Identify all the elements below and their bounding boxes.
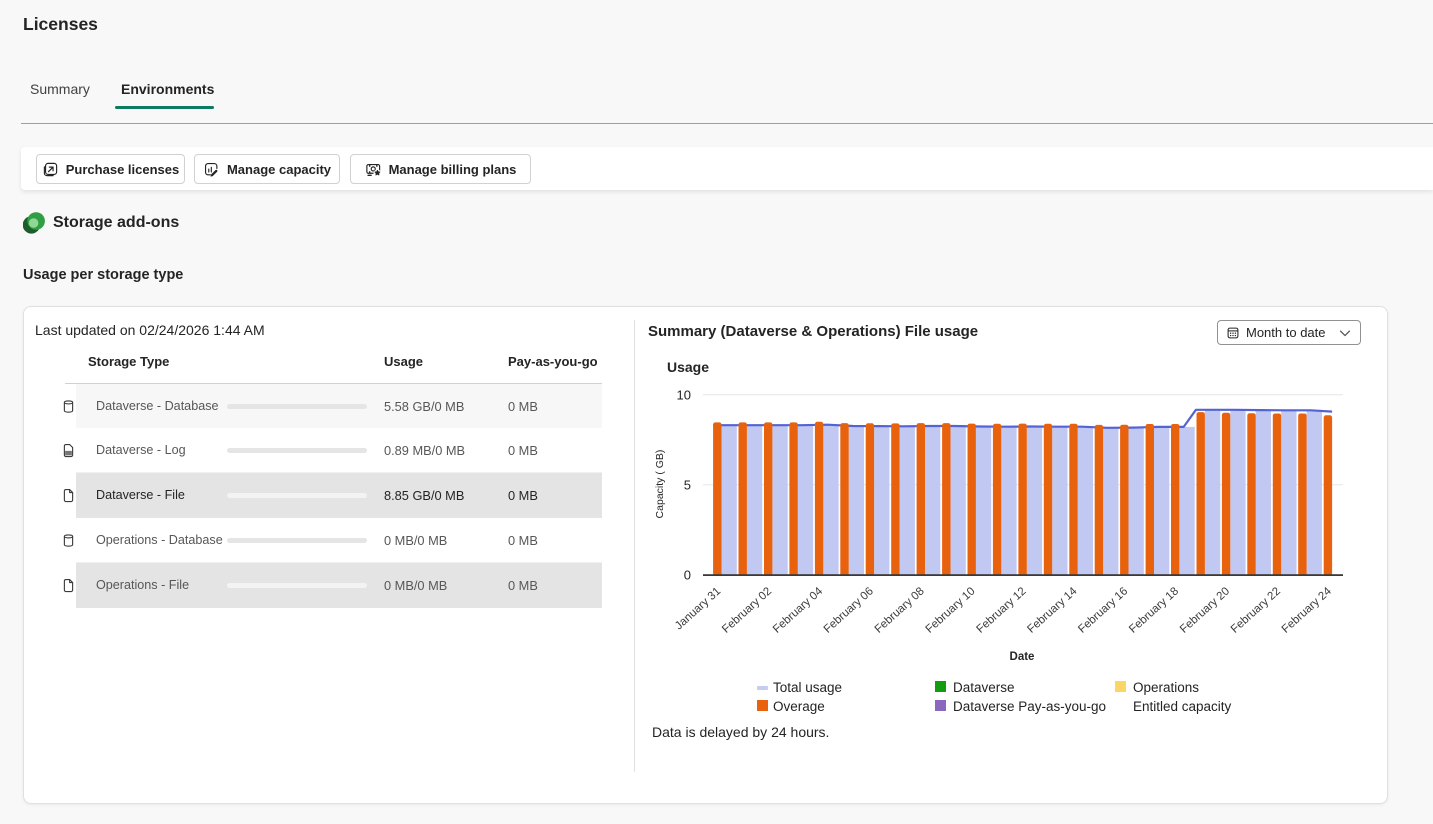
svg-text:February 20: February 20 [1178, 585, 1232, 635]
svg-text:10: 10 [677, 388, 691, 403]
svg-text:February 12: February 12 [974, 585, 1028, 635]
svg-text:February 06: February 06 [822, 585, 876, 635]
svg-text:February 16: February 16 [1076, 585, 1130, 635]
svg-text:February 14: February 14 [1025, 585, 1080, 636]
svg-text:February 22: February 22 [1229, 585, 1283, 635]
svg-text:0: 0 [684, 568, 691, 583]
svg-text:February 10: February 10 [924, 585, 978, 635]
svg-text:February 04: February 04 [771, 585, 826, 636]
svg-text:January 31: January 31 [673, 585, 723, 632]
svg-text:February 08: February 08 [873, 585, 927, 635]
svg-text:5: 5 [684, 478, 691, 493]
svg-text:Date: Date [1010, 651, 1035, 663]
svg-text:Usage: Usage [667, 359, 709, 375]
svg-text:February 18: February 18 [1127, 585, 1181, 635]
svg-text:Capacity ( GB): Capacity ( GB) [654, 450, 666, 519]
svg-text:February 24: February 24 [1280, 585, 1335, 636]
svg-text:February 02: February 02 [720, 585, 774, 635]
